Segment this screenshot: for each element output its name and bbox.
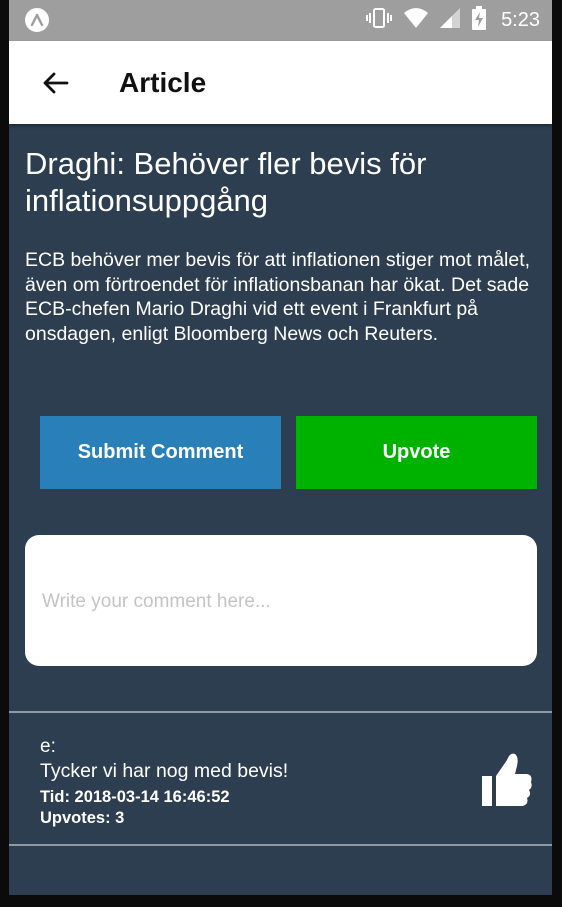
page-title: Article [119, 67, 207, 98]
status-time: 5:23 [501, 9, 540, 31]
comment-timestamp: Tid: 2018-03-14 16:46:52 [40, 788, 230, 806]
app-bar: Article [9, 41, 552, 124]
comment-author: e: [40, 736, 56, 757]
upvote-button[interactable]: Upvote [296, 416, 537, 489]
app-logo-icon [25, 8, 49, 32]
comment-item: e: Tycker vi har nog med bevis! Tid: 201… [9, 714, 552, 844]
arrow-left-icon [43, 72, 69, 94]
status-icons: 5:23 [365, 0, 540, 41]
divider [9, 711, 552, 713]
thumbs-up-icon[interactable] [479, 750, 533, 808]
battery-charging-icon [471, 6, 487, 35]
article-title: Draghi: Behöver fler bevis för inflation… [25, 146, 427, 218]
comment-box[interactable] [25, 535, 537, 666]
app-screen: 5:23 Article Draghi: Behöver fler bevis … [9, 0, 552, 895]
article-body: ECB behöver mer bevis för att inflatione… [25, 249, 531, 345]
comment-text: Tycker vi har nog med bevis! [40, 760, 289, 782]
status-bar: 5:23 [9, 0, 552, 41]
vibrate-icon [365, 7, 393, 34]
comment-upvotes: Upvotes: 3 [40, 809, 125, 827]
divider [9, 844, 552, 846]
submit-comment-button[interactable]: Submit Comment [40, 416, 281, 489]
comment-input[interactable] [40, 583, 524, 621]
wifi-icon [403, 7, 429, 34]
back-button[interactable] [35, 63, 75, 103]
signal-icon [439, 7, 461, 34]
